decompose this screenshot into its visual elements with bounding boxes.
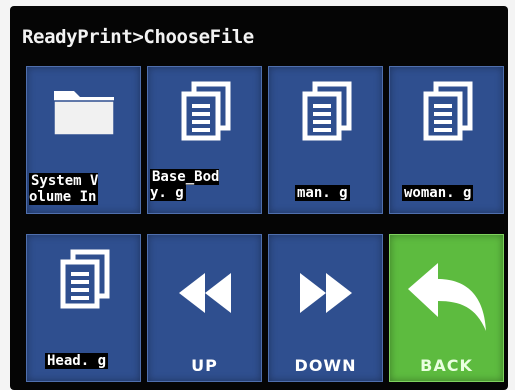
down-button[interactable]: DOWN bbox=[268, 234, 383, 382]
folder-icon bbox=[52, 91, 115, 136]
double-right-arrow-icon bbox=[299, 273, 352, 313]
file-tile-head[interactable]: Head. g bbox=[26, 234, 141, 382]
file-label: Head. g bbox=[45, 353, 109, 369]
document-icon bbox=[423, 81, 472, 141]
back-button[interactable]: BACK bbox=[389, 234, 504, 382]
document-icon bbox=[181, 81, 230, 141]
file-label: System V olume In bbox=[29, 173, 99, 205]
back-label: BACK bbox=[420, 356, 473, 375]
file-grid: System V olume In Base_Bod y. g man. g w… bbox=[26, 66, 504, 390]
file-label: Base_Bod y. g bbox=[150, 169, 220, 201]
double-left-arrow-icon bbox=[178, 273, 231, 313]
printer-screen: ReadyPrint>ChooseFile System V olume In … bbox=[10, 6, 508, 390]
breadcrumb: ReadyPrint>ChooseFile bbox=[22, 26, 254, 48]
file-tile-base-body[interactable]: Base_Bod y. g bbox=[147, 66, 262, 214]
file-tile-man[interactable]: man. g bbox=[268, 66, 383, 214]
up-button[interactable]: UP bbox=[147, 234, 262, 382]
up-label: UP bbox=[191, 356, 218, 375]
document-icon bbox=[60, 249, 109, 309]
file-label: man. g bbox=[295, 185, 350, 201]
file-tile-woman[interactable]: woman. g bbox=[389, 66, 504, 214]
down-label: DOWN bbox=[294, 356, 357, 375]
file-label: woman. g bbox=[402, 185, 474, 201]
back-arrow-icon bbox=[407, 263, 486, 331]
document-icon bbox=[302, 81, 351, 141]
file-tile-system-volume[interactable]: System V olume In bbox=[26, 66, 141, 214]
